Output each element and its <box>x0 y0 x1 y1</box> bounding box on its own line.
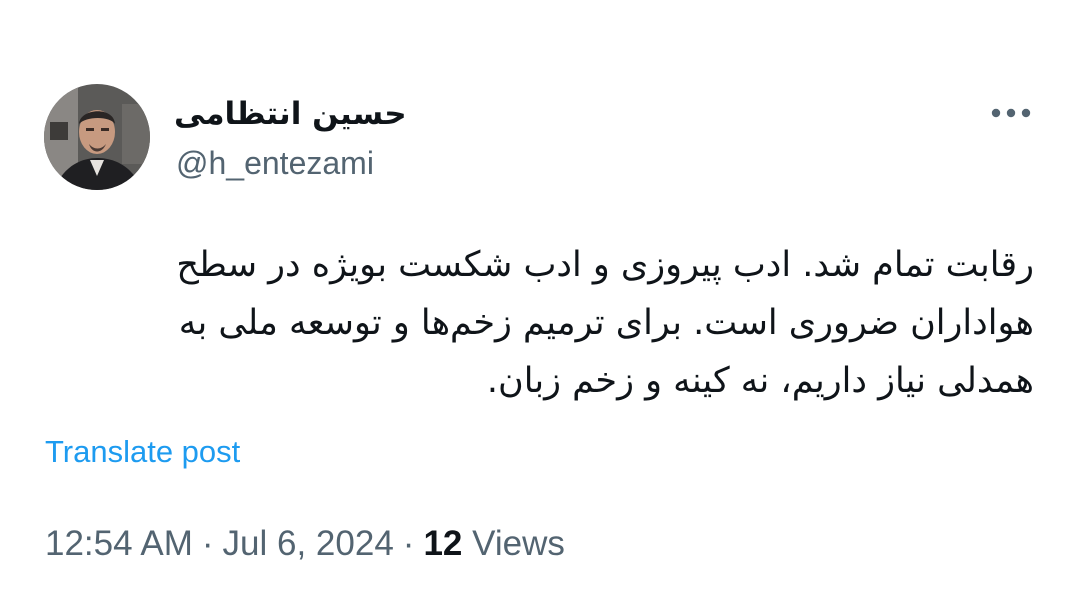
tweet-text-line: هواداران ضروری است. برای ترمیم زخم‌ها و … <box>178 303 1034 343</box>
views-label: Views <box>472 524 565 563</box>
more-options-button[interactable] <box>986 96 1036 130</box>
post-date[interactable]: Jul 6, 2024 <box>223 524 394 563</box>
meta-separator: · <box>201 524 214 563</box>
tweet-metadata: 12:54 AM · Jul 6, 2024 · 12 Views <box>45 521 565 567</box>
tweet-text-line: رقابت تمام شد. ادب پیروزی و ادب شکست بوی… <box>176 245 1034 285</box>
post-time[interactable]: 12:54 AM <box>45 524 193 563</box>
more-horizontal-icon <box>991 108 1031 118</box>
meta-separator: · <box>402 524 415 563</box>
author-display-name[interactable]: حسین انتظامی <box>174 92 407 136</box>
tweet-text-line: همدلی نیاز داریم، نه کینه و زخم زبان. <box>486 361 1034 401</box>
views-count: 12 <box>423 524 463 563</box>
translate-post-link[interactable]: Translate post <box>45 432 240 472</box>
tweet-card: حسین انتظامی @h_entezami رقابت تمام شد. … <box>0 0 1080 607</box>
author-handle[interactable]: @h_entezami <box>176 143 374 183</box>
avatar[interactable] <box>44 84 150 190</box>
profile-photo-icon <box>44 84 150 190</box>
tweet-text: رقابت تمام شد. ادب پیروزی و ادب شکست بوی… <box>100 236 1034 410</box>
